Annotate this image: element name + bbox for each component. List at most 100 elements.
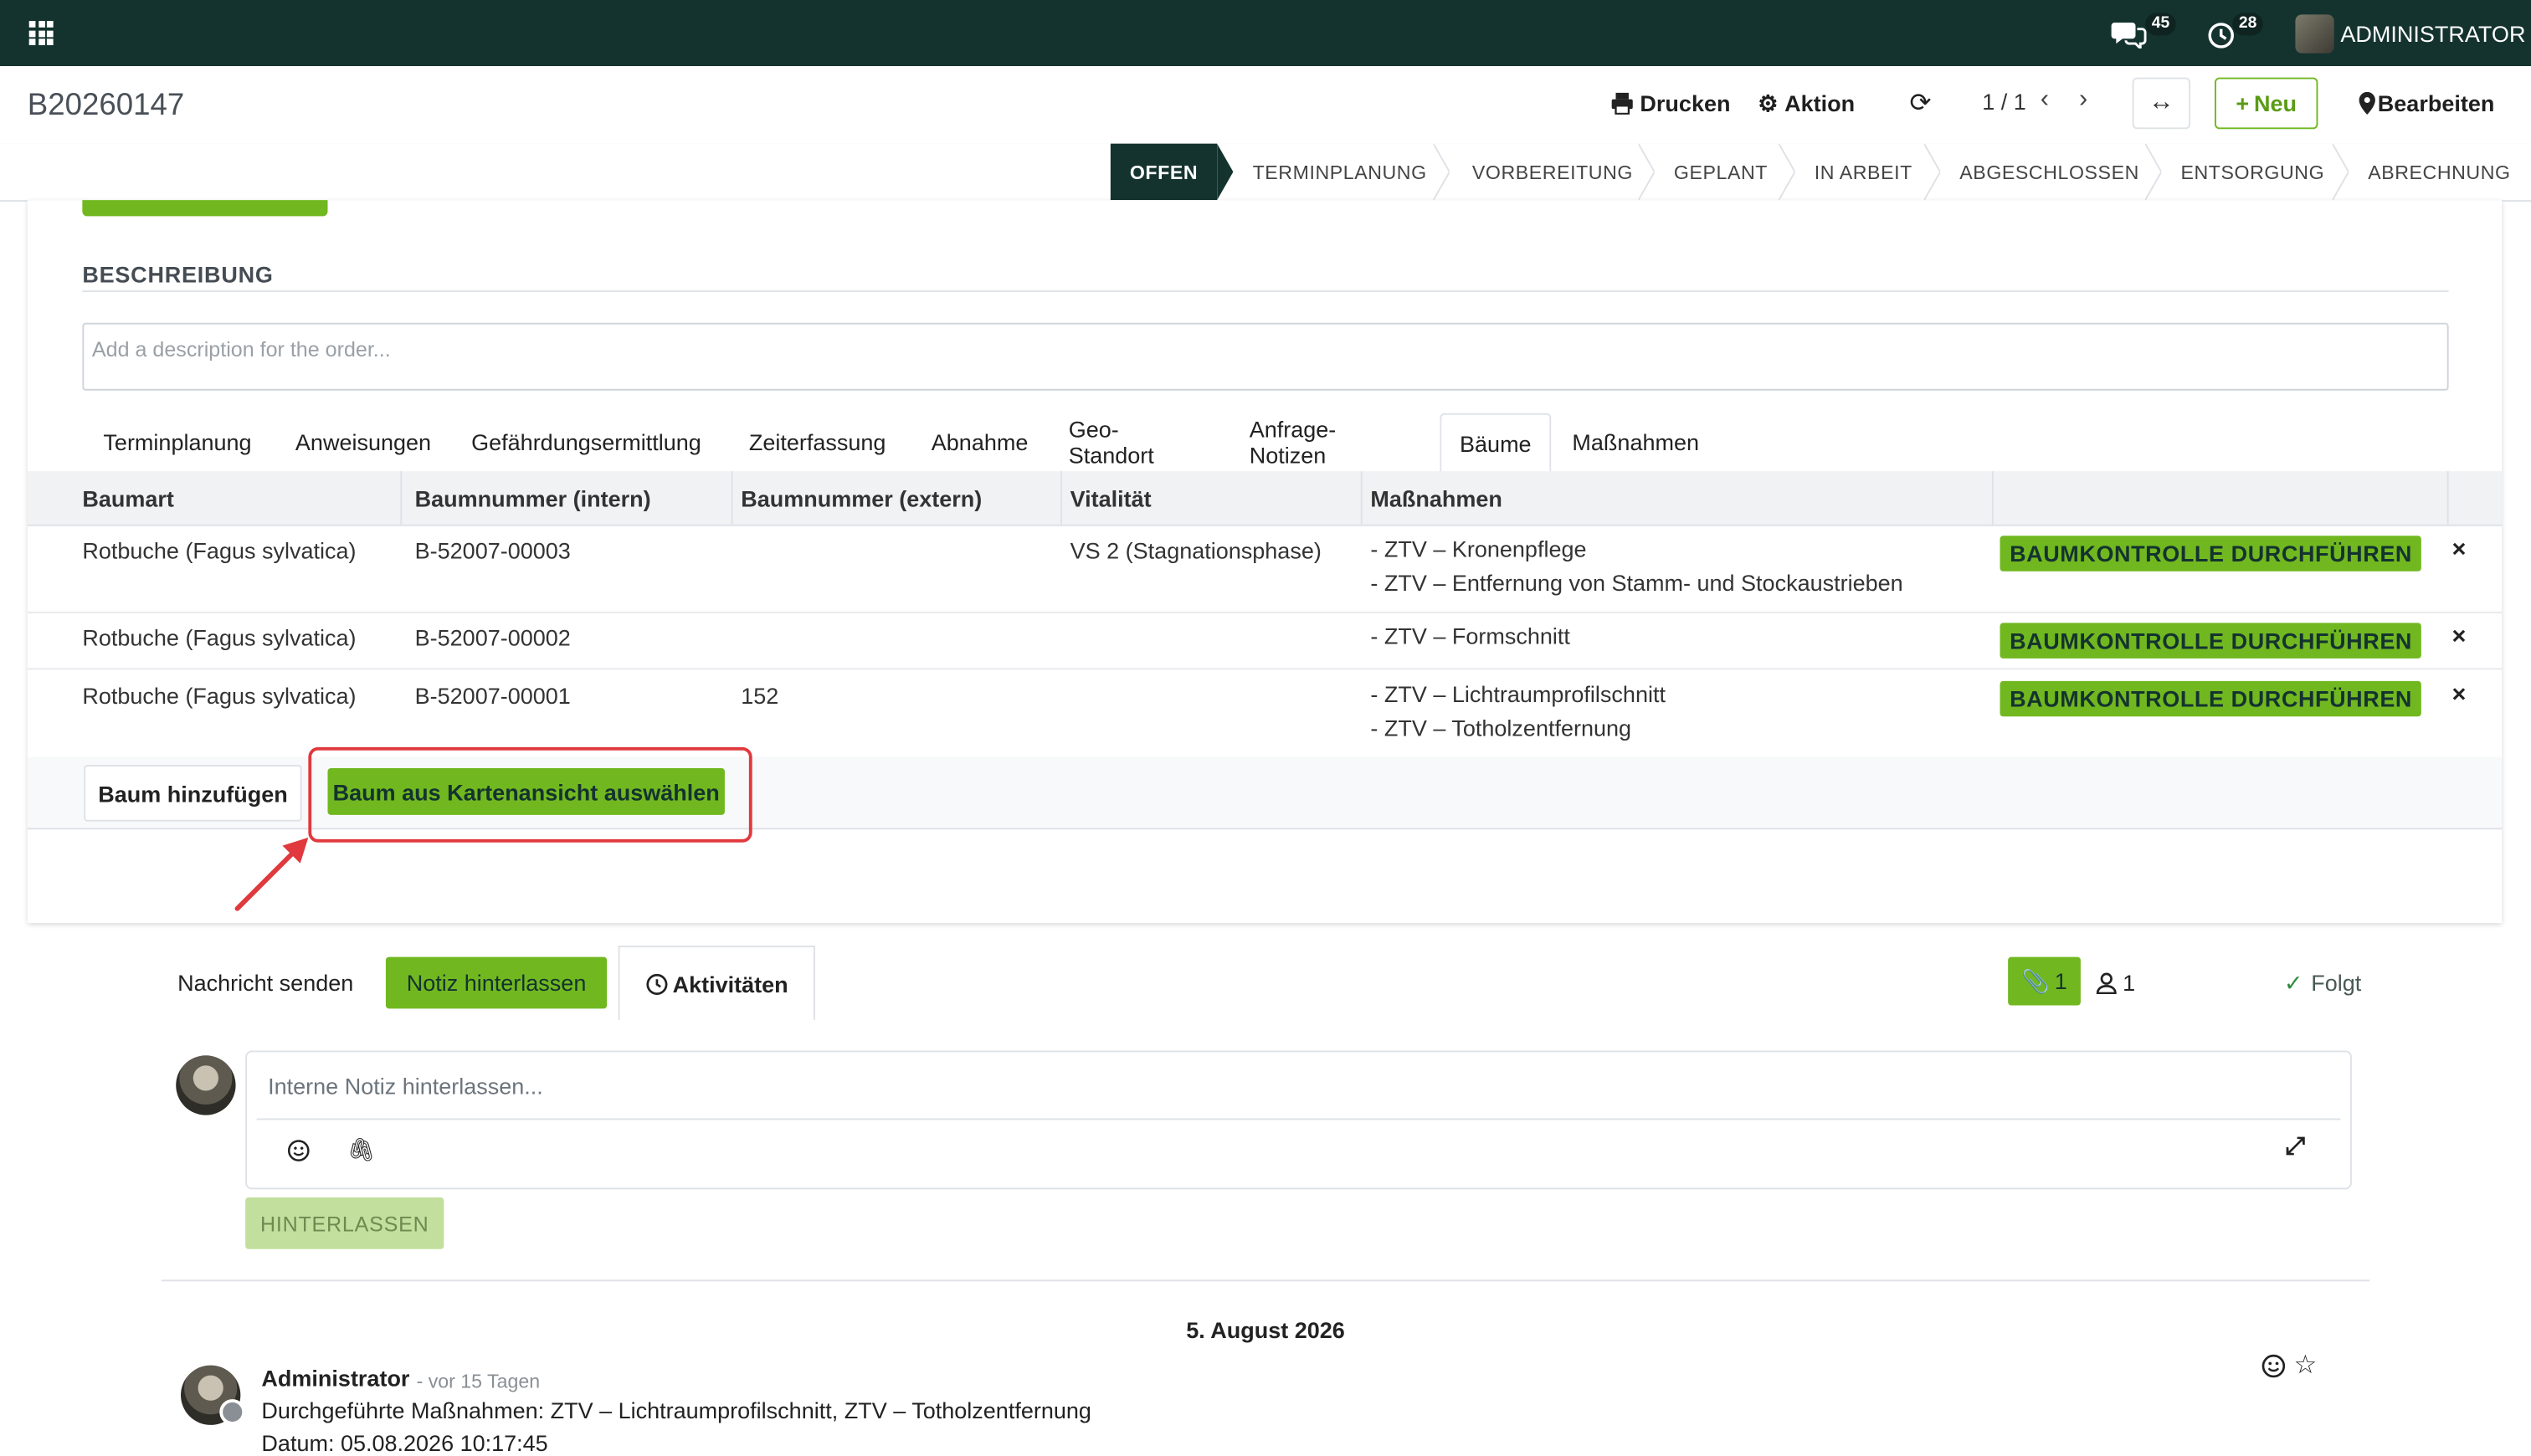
cell-baumart: Rotbuche (Fagus sylvatica) (82, 624, 357, 651)
message-body: Durchgeführte Maßnahmen: ZTV – Lichtraum… (261, 1397, 1091, 1423)
stage-geplant[interactable]: GEPLANT (1674, 144, 1768, 200)
stage-active-arrow (1217, 143, 1234, 201)
edit-button[interactable]: Bearbeiten (2359, 66, 2495, 141)
edit-label: Bearbeiten (2377, 90, 2495, 116)
pager-next-icon[interactable]: › (2079, 85, 2087, 115)
baumkontrolle-button[interactable]: BAUMKONTROLLE DURCHFÜHREN (2000, 680, 2422, 717)
pager-value[interactable]: 1 / 1 (1982, 89, 2026, 115)
tab-gefaehrdungsermittlung[interactable]: Gefährdungsermittlung (471, 413, 701, 471)
reload-button[interactable]: ⟳ (1909, 66, 1931, 141)
pager-previous-icon[interactable]: ‹ (2041, 85, 2049, 115)
stage-abrechnung[interactable]: ABRECHNUNG (2368, 144, 2510, 200)
print-label: Drucken (1640, 90, 1731, 116)
partial-button[interactable] (82, 200, 328, 217)
message-body-date: Datum: 05.08.2026 10:17:45 (261, 1429, 548, 1456)
delete-row-icon[interactable]: × (2451, 681, 2466, 709)
top-navbar: 45 28 ADMINISTRATOR (0, 0, 2531, 67)
follow-label: Folgt (2311, 970, 2362, 996)
tab-baeume[interactable]: Bäume (1440, 413, 1552, 474)
column-separator (731, 471, 733, 525)
column-baumnummer-extern[interactable]: Baumnummer (extern) (741, 471, 982, 525)
send-message-button[interactable]: Nachricht senden (177, 946, 353, 1020)
column-separator (1360, 471, 1363, 525)
cell-massnahmen: - ZTV – Lichtraumprofilschnitt - ZTV – T… (1370, 678, 1666, 746)
stage-in-arbeit[interactable]: IN ARBEIT (1815, 144, 1912, 200)
date-separator-line (161, 1279, 2370, 1282)
stage-separator (1433, 143, 1450, 201)
column-massnahmen[interactable]: Maßnahmen (1370, 471, 1502, 525)
stage-terminplanung[interactable]: TERMINPLANUNG (1253, 144, 1427, 200)
user-avatar (2295, 13, 2334, 53)
tab-terminplanung[interactable]: Terminplanung (103, 413, 251, 471)
activities-button[interactable]: Aktivitäten (618, 946, 815, 1020)
messages-count-badge: 45 (2145, 13, 2176, 36)
paperclip-icon: 📎 (2021, 967, 2050, 994)
column-separator (1991, 471, 1994, 525)
tab-geo-standort[interactable]: Geo-Standort (1069, 413, 1154, 471)
description-placeholder: Add a description for the order... (91, 337, 391, 361)
table-row[interactable]: Rotbuche (Fagus sylvatica) B-52007-00001… (27, 671, 2503, 759)
toggle-width-button[interactable]: ↔ (2132, 77, 2191, 130)
activities-count-badge: 28 (2232, 13, 2264, 36)
table-row[interactable]: Rotbuche (Fagus sylvatica) B-52007-00003… (27, 526, 2503, 613)
tab-anweisungen[interactable]: Anweisungen (295, 413, 431, 471)
apps-grid-icon[interactable] (28, 21, 54, 45)
status-bar: OFFEN TERMINPLANUNG VORBEREITUNG GEPLANT… (0, 143, 2531, 203)
composer-placeholder: Interne Notiz hinterlassen... (268, 1073, 543, 1100)
follow-button[interactable]: ✓ Folgt (2284, 946, 2361, 1020)
star-icon[interactable]: ☆ (2293, 1349, 2317, 1382)
tab-anfrage-notizen[interactable]: Anfrage-Notizen (1250, 413, 1337, 471)
stage-entsorgung[interactable]: ENTSORGUNG (2180, 144, 2324, 200)
user-menu[interactable]: ADMINISTRATOR (2295, 0, 2525, 66)
stage-vorbereitung[interactable]: VORBEREITUNG (1472, 144, 1633, 200)
tab-zeiterfassung[interactable]: Zeiterfassung (749, 413, 886, 471)
column-separator (1060, 471, 1062, 525)
composer-divider (256, 1118, 2341, 1120)
new-label: Neu (2253, 90, 2297, 116)
action-button[interactable]: ⚙ Aktion (1758, 66, 1855, 141)
cell-baumnummer-intern: B-52007-00003 (414, 537, 571, 564)
followers-button[interactable]: 1 (2095, 946, 2135, 1020)
messages-button[interactable] (2111, 0, 2147, 66)
cell-massnahmen: - ZTV – Formschnitt (1370, 620, 1570, 654)
stage-abgeschlossen[interactable]: ABGESCHLOSSEN (1959, 144, 2139, 200)
measure-line: - ZTV – Totholzentfernung (1370, 715, 1632, 741)
emoji-icon[interactable] (287, 1140, 310, 1162)
delete-row-icon[interactable]: × (2451, 536, 2466, 563)
baumkontrolle-button[interactable]: BAUMKONTROLLE DURCHFÜHREN (2000, 536, 2422, 572)
user-icon (2096, 972, 2117, 994)
action-label: Aktion (1784, 90, 1856, 116)
attachments-button[interactable]: 📎 1 (2008, 956, 2081, 1006)
baumkontrolle-button[interactable]: BAUMKONTROLLE DURCHFÜHREN (2000, 623, 2422, 659)
log-note-button[interactable]: Notiz hinterlassen (385, 956, 608, 1009)
message-author[interactable]: Administrator (261, 1366, 409, 1392)
activities-label: Aktivitäten (672, 971, 788, 997)
tab-massnahmen[interactable]: Maßnahmen (1572, 413, 1699, 471)
chatter-topbar: Nachricht senden Notiz hinterlassen Akti… (0, 946, 2531, 1020)
expand-icon[interactable]: ⤢ (2286, 1133, 2305, 1161)
clock-icon (2208, 22, 2234, 48)
double-arrow-icon: ↔ (2148, 89, 2174, 116)
column-baumnummer-intern[interactable]: Baumnummer (intern) (415, 471, 651, 525)
message-time: - vor 15 Tagen (416, 1370, 541, 1393)
user-name: ADMINISTRATOR (2340, 20, 2526, 46)
tab-abnahme[interactable]: Abnahme (932, 413, 1029, 471)
print-button[interactable]: Drucken (1611, 66, 1731, 141)
table-row[interactable]: Rotbuche (Fagus sylvatica) B-52007-00002… (27, 613, 2503, 670)
submit-note-button[interactable]: HINTERLASSEN (245, 1197, 444, 1249)
description-field[interactable]: Add a description for the order... (82, 322, 2449, 391)
stage-separator (2332, 143, 2349, 201)
new-record-button[interactable]: + Neu (2214, 77, 2318, 130)
add-tree-button[interactable]: Baum hinzufügen (84, 765, 302, 822)
paperclip-icon[interactable]: 🖇 (347, 1136, 376, 1164)
cell-vitalitaet: VS 2 (Stagnationsphase) (1070, 537, 1322, 564)
activities-button[interactable] (2206, 0, 2236, 66)
note-composer[interactable]: Interne Notiz hinterlassen... 🖇 ⤢ (245, 1050, 2352, 1190)
column-vitalitaet[interactable]: Vitalität (1070, 471, 1152, 525)
delete-row-icon[interactable]: × (2451, 623, 2466, 650)
column-baumart[interactable]: Baumart (82, 471, 174, 525)
plus-icon: + (2236, 90, 2250, 116)
stage-offen[interactable]: OFFEN (1110, 143, 1218, 201)
add-reaction-icon[interactable] (2261, 1354, 2286, 1378)
map-pin-icon (2359, 91, 2375, 115)
